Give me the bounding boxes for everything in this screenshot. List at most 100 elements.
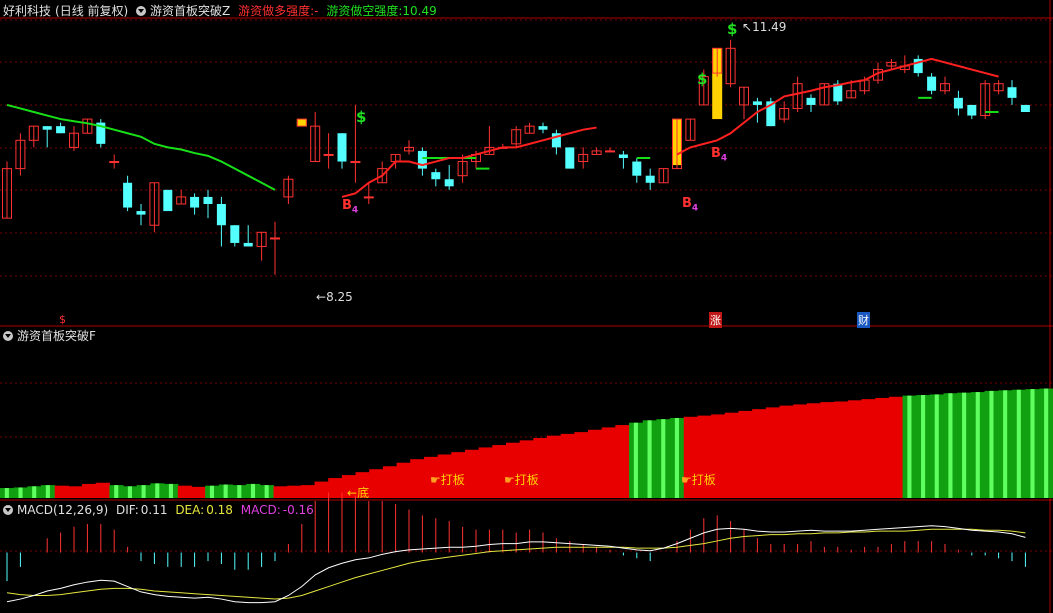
f-bar-red bbox=[875, 397, 890, 498]
short-strength-value: 10.49 bbox=[402, 4, 437, 18]
f-bar-green-highlight bbox=[4, 488, 9, 498]
event-tag-rise[interactable]: 涨 bbox=[709, 312, 722, 328]
f-bar-red bbox=[560, 433, 575, 498]
f-bar-green-highlight bbox=[18, 487, 23, 498]
f-bar-green-highlight bbox=[989, 390, 994, 498]
candle-body bbox=[752, 101, 762, 105]
f-bar-red bbox=[574, 432, 589, 498]
candle-body bbox=[243, 242, 253, 247]
event-tag-dollar[interactable]: $ bbox=[59, 313, 66, 326]
candle-body bbox=[632, 161, 642, 176]
candle-body bbox=[216, 204, 226, 226]
dif-label: DIF: bbox=[115, 503, 139, 517]
macd-dropdown-icon[interactable] bbox=[3, 505, 13, 515]
f-bar-red bbox=[95, 482, 110, 498]
f-bar-red bbox=[547, 435, 562, 498]
event-tag-finance[interactable]: 财 bbox=[857, 312, 870, 328]
candle-body bbox=[42, 126, 52, 130]
f-bar-green-highlight bbox=[907, 395, 912, 498]
candle-body bbox=[1020, 104, 1030, 112]
f-bar-red bbox=[533, 438, 548, 498]
f-bar-red bbox=[519, 440, 534, 498]
f-bar-red bbox=[793, 404, 808, 498]
f-bar-red bbox=[300, 485, 316, 498]
f-bar-green-highlight bbox=[921, 395, 926, 498]
f-bar-red bbox=[861, 399, 876, 498]
f-bar-red bbox=[287, 485, 302, 498]
signal-buy-1: B4 bbox=[342, 198, 359, 216]
f-bar-red bbox=[752, 409, 767, 498]
dif-value: 0.11 bbox=[140, 503, 168, 517]
f-bar-green-highlight bbox=[962, 392, 967, 498]
f-bar-red bbox=[273, 486, 288, 498]
f-bar-red bbox=[191, 486, 206, 498]
candle-body bbox=[109, 161, 120, 164]
candle-body bbox=[337, 133, 347, 162]
macd-title: MACD(12,26,9) bbox=[17, 503, 109, 517]
dea-label: DEA: bbox=[175, 503, 205, 517]
candle-body bbox=[538, 126, 548, 130]
main-panel-header: 好利科技 (日线 前复权) 游资首板突破Z 游资做多强度:- 游资做空强度:10.… bbox=[3, 2, 441, 20]
f-bar-red bbox=[382, 466, 398, 498]
indicator-dropdown-icon[interactable] bbox=[136, 6, 147, 16]
candle-body bbox=[203, 196, 213, 204]
board-signal-1: ☛打板 bbox=[430, 473, 465, 487]
signal-dollar-3: $ bbox=[727, 20, 738, 38]
signal-highlight-bar bbox=[296, 119, 307, 127]
mid-panel-header: 游资首板突破F bbox=[3, 327, 100, 345]
macd-panel-header: MACD(12,26,9) DIF: 0.11 DEA: 0.18 MACD: -0.… bbox=[3, 501, 318, 519]
f-bar-green-highlight bbox=[155, 483, 160, 498]
f-bar-green-highlight bbox=[127, 486, 132, 498]
board-signal-3: ☛打板 bbox=[681, 473, 716, 487]
candle-body bbox=[605, 150, 615, 153]
f-bar-red bbox=[615, 425, 630, 498]
macd-label: MACD: bbox=[240, 503, 281, 517]
candle-body bbox=[645, 175, 655, 183]
f-bar-red bbox=[177, 485, 192, 498]
chart-window[interactable]: 好利科技 (日线 前复权) 游资首板突破Z 游资做多强度:- 游资做空强度:10.… bbox=[0, 0, 1053, 613]
f-bar-red bbox=[588, 429, 603, 498]
f-bar-green-highlight bbox=[223, 484, 228, 498]
mid-indicator-name: 游资首板突破F bbox=[17, 329, 96, 343]
candle-body bbox=[927, 76, 937, 91]
main-indicator-name: 游资首板突破Z bbox=[150, 4, 231, 18]
f-bar-green-highlight bbox=[647, 420, 652, 498]
high-price-marker: ↖11.49 bbox=[742, 20, 787, 34]
f-bar-red bbox=[779, 405, 794, 498]
board-signal-2: ☛打板 bbox=[504, 473, 539, 487]
f-bar-green-highlight bbox=[1003, 390, 1008, 498]
candle-body bbox=[270, 237, 280, 240]
ma-line-red bbox=[676, 57, 999, 156]
f-bar-red bbox=[765, 407, 780, 498]
candle-body bbox=[230, 225, 240, 243]
candle-body bbox=[618, 154, 628, 158]
candle-body bbox=[967, 104, 977, 116]
f-bar-green-highlight bbox=[633, 422, 638, 498]
f-bar-green-highlight bbox=[114, 485, 119, 498]
f-bar-red bbox=[724, 412, 739, 498]
candle-body bbox=[190, 196, 200, 208]
f-bar-red bbox=[806, 403, 822, 498]
f-bar-green-highlight bbox=[250, 483, 256, 498]
stock-name: 好利科技 bbox=[3, 4, 52, 18]
f-bar-red bbox=[834, 401, 849, 498]
signal-buy-3: B4 bbox=[711, 146, 728, 164]
dea-value: 0.18 bbox=[206, 503, 233, 517]
f-bar-red bbox=[68, 486, 83, 498]
f-bar-red bbox=[601, 427, 616, 498]
f-bar-green-highlight bbox=[168, 483, 173, 498]
mid-indicator-dropdown-icon[interactable] bbox=[3, 331, 13, 341]
f-bar-red bbox=[54, 485, 69, 498]
candle-body bbox=[363, 196, 374, 199]
f-bar-red bbox=[847, 400, 863, 498]
chart-canvas[interactable] bbox=[0, 0, 1053, 613]
f-bar-red bbox=[478, 447, 493, 498]
f-bar-red bbox=[314, 481, 329, 498]
short-strength-label: 游资做空强度: bbox=[326, 4, 403, 18]
f-bar-red bbox=[410, 459, 425, 498]
bottom-signal-label: ←底 bbox=[347, 486, 370, 500]
f-bar-red bbox=[396, 462, 411, 498]
signal-dollar-1: $ bbox=[356, 108, 367, 126]
candle-body bbox=[323, 153, 334, 156]
f-bar-red bbox=[738, 410, 753, 498]
